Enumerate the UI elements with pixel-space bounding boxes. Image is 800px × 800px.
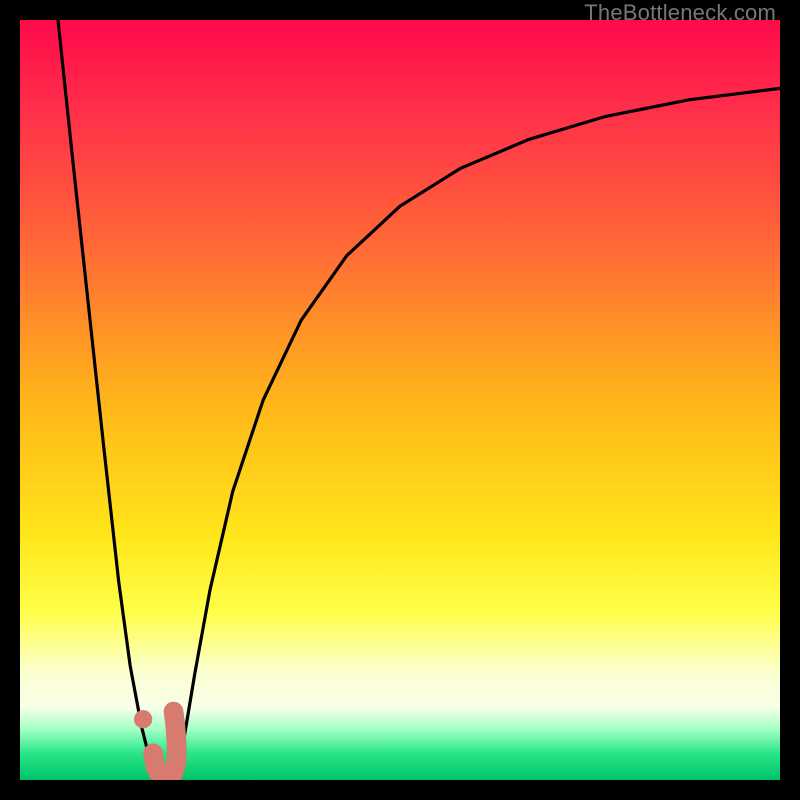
- marker-dot: [134, 710, 152, 728]
- bottleneck-chart: [20, 20, 780, 780]
- gradient-background: [20, 20, 780, 780]
- watermark-text: TheBottleneck.com: [584, 0, 776, 26]
- chart-frame: [20, 20, 780, 780]
